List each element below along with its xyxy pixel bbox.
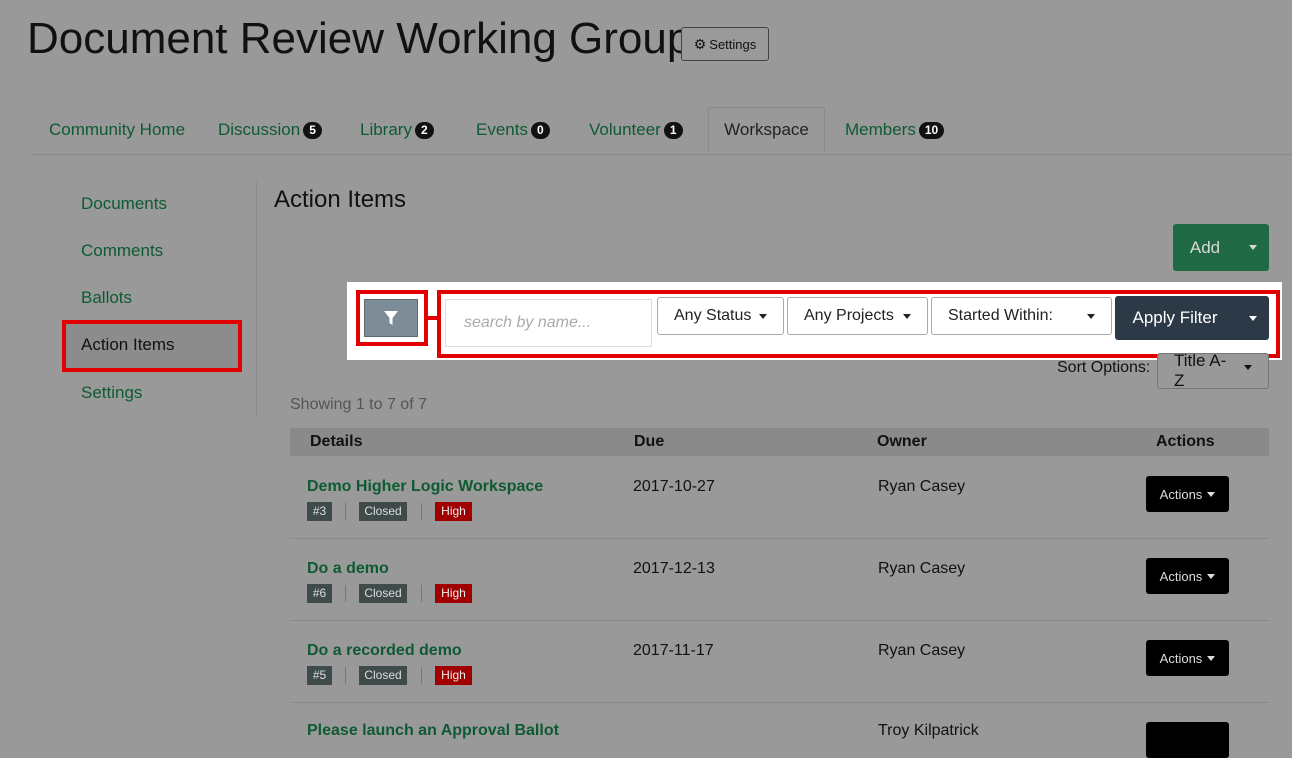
status-tag: Closed bbox=[359, 666, 407, 685]
count-badge: 10 bbox=[918, 121, 945, 139]
tab-workspace[interactable]: Workspace bbox=[708, 107, 825, 153]
caret-down-icon bbox=[1207, 573, 1216, 579]
priority-tag: High bbox=[435, 584, 472, 603]
sidebar-item-comments[interactable]: Comments bbox=[81, 241, 163, 261]
row-divider bbox=[290, 702, 1269, 703]
column-header-owner[interactable]: Owner bbox=[877, 433, 927, 451]
highlight-box bbox=[356, 290, 428, 346]
results-count: Showing 1 to 7 of 7 bbox=[290, 396, 427, 413]
id-tag: #6 bbox=[307, 584, 332, 603]
caret-down-icon bbox=[1244, 364, 1252, 370]
sidebar-item-documents[interactable]: Documents bbox=[81, 194, 167, 214]
due-date: 2017-10-27 bbox=[633, 478, 715, 495]
sort-label: Sort Options: bbox=[1057, 359, 1151, 376]
sidebar-item-ballots[interactable]: Ballots bbox=[81, 288, 132, 308]
sidebar-item-settings[interactable]: Settings bbox=[81, 383, 142, 403]
actions-label: Actions bbox=[1159, 486, 1203, 502]
count-badge: 0 bbox=[530, 121, 550, 139]
row-divider bbox=[290, 538, 1269, 539]
count-badge: 1 bbox=[663, 121, 683, 139]
row-actions-button[interactable]: Actions bbox=[1146, 476, 1229, 512]
divider bbox=[345, 585, 346, 602]
add-button[interactable]: Add bbox=[1173, 224, 1269, 271]
highlight-box bbox=[437, 290, 1280, 358]
row-actions-button[interactable] bbox=[1146, 722, 1229, 758]
tab-label: Events bbox=[476, 120, 528, 139]
tab-events[interactable]: Events 0 bbox=[476, 107, 550, 153]
action-item-title-link[interactable]: Do a recorded demo bbox=[307, 642, 462, 660]
action-item-title-link[interactable]: Demo Higher Logic Workspace bbox=[307, 478, 543, 496]
id-tag: #5 bbox=[307, 666, 332, 685]
action-item-title-link[interactable]: Do a demo bbox=[307, 560, 389, 578]
tab-members[interactable]: Members 10 bbox=[845, 107, 945, 153]
settings-button[interactable]: ⚙ Settings bbox=[681, 27, 769, 61]
caret-down-icon[interactable] bbox=[1249, 245, 1257, 250]
row-actions-button[interactable]: Actions bbox=[1146, 558, 1229, 594]
divider bbox=[345, 667, 346, 684]
highlight-box bbox=[62, 320, 242, 372]
action-item-title-link[interactable]: Please launch an Approval Ballot bbox=[307, 722, 559, 740]
group-title: Document Review Working Group bbox=[27, 14, 692, 63]
table-header bbox=[290, 428, 1269, 456]
tab-label: Community Home bbox=[49, 120, 186, 139]
actions-label: Actions bbox=[1159, 650, 1203, 666]
owner-name: Ryan Casey bbox=[878, 642, 966, 659]
settings-button-label: Settings bbox=[709, 36, 757, 52]
column-header-actions: Actions bbox=[1156, 433, 1215, 450]
column-header-details[interactable]: Details bbox=[310, 433, 362, 451]
divider bbox=[421, 667, 422, 684]
tab-label: Members bbox=[845, 120, 916, 139]
divider bbox=[421, 585, 422, 602]
add-button-label: Add bbox=[1189, 237, 1221, 257]
row-divider bbox=[290, 620, 1269, 621]
actions-label: Actions bbox=[1159, 568, 1203, 584]
tab-community-home[interactable]: Community Home bbox=[49, 107, 185, 153]
tab-volunteer[interactable]: Volunteer 1 bbox=[589, 107, 683, 153]
gear-icon: ⚙ bbox=[693, 35, 707, 52]
due-date: 2017-11-17 bbox=[633, 642, 714, 659]
sidebar-divider bbox=[256, 182, 257, 416]
priority-tag: High bbox=[435, 502, 472, 521]
id-tag: #3 bbox=[307, 502, 332, 521]
owner-name: Ryan Casey bbox=[878, 560, 966, 577]
count-badge: 5 bbox=[303, 121, 322, 139]
status-tag: Closed bbox=[359, 502, 407, 521]
divider bbox=[345, 503, 346, 520]
owner-name: Troy Kilpatrick bbox=[878, 722, 979, 739]
caret-down-icon bbox=[1207, 491, 1216, 497]
status-tag: Closed bbox=[359, 584, 407, 603]
row-actions-button[interactable]: Actions bbox=[1146, 640, 1229, 676]
page-title: Action Items bbox=[274, 186, 407, 213]
caret-down-icon bbox=[1207, 655, 1216, 661]
divider bbox=[421, 503, 422, 520]
count-badge: 2 bbox=[414, 121, 434, 139]
tab-discussion[interactable]: Discussion 5 bbox=[218, 107, 322, 153]
priority-tag: High bbox=[435, 666, 472, 685]
tab-label: Workspace bbox=[724, 120, 809, 139]
tab-library[interactable]: Library 2 bbox=[360, 107, 434, 153]
sort-select[interactable]: Title A-Z bbox=[1157, 351, 1269, 390]
tab-label: Volunteer bbox=[589, 120, 661, 139]
tab-label: Discussion bbox=[218, 120, 301, 139]
due-date: 2017-12-13 bbox=[633, 560, 715, 577]
column-header-due[interactable]: Due bbox=[634, 433, 664, 451]
tab-label: Library bbox=[360, 120, 412, 139]
owner-name: Ryan Casey bbox=[878, 478, 966, 495]
sort-value: Title A-Z bbox=[1174, 351, 1227, 390]
